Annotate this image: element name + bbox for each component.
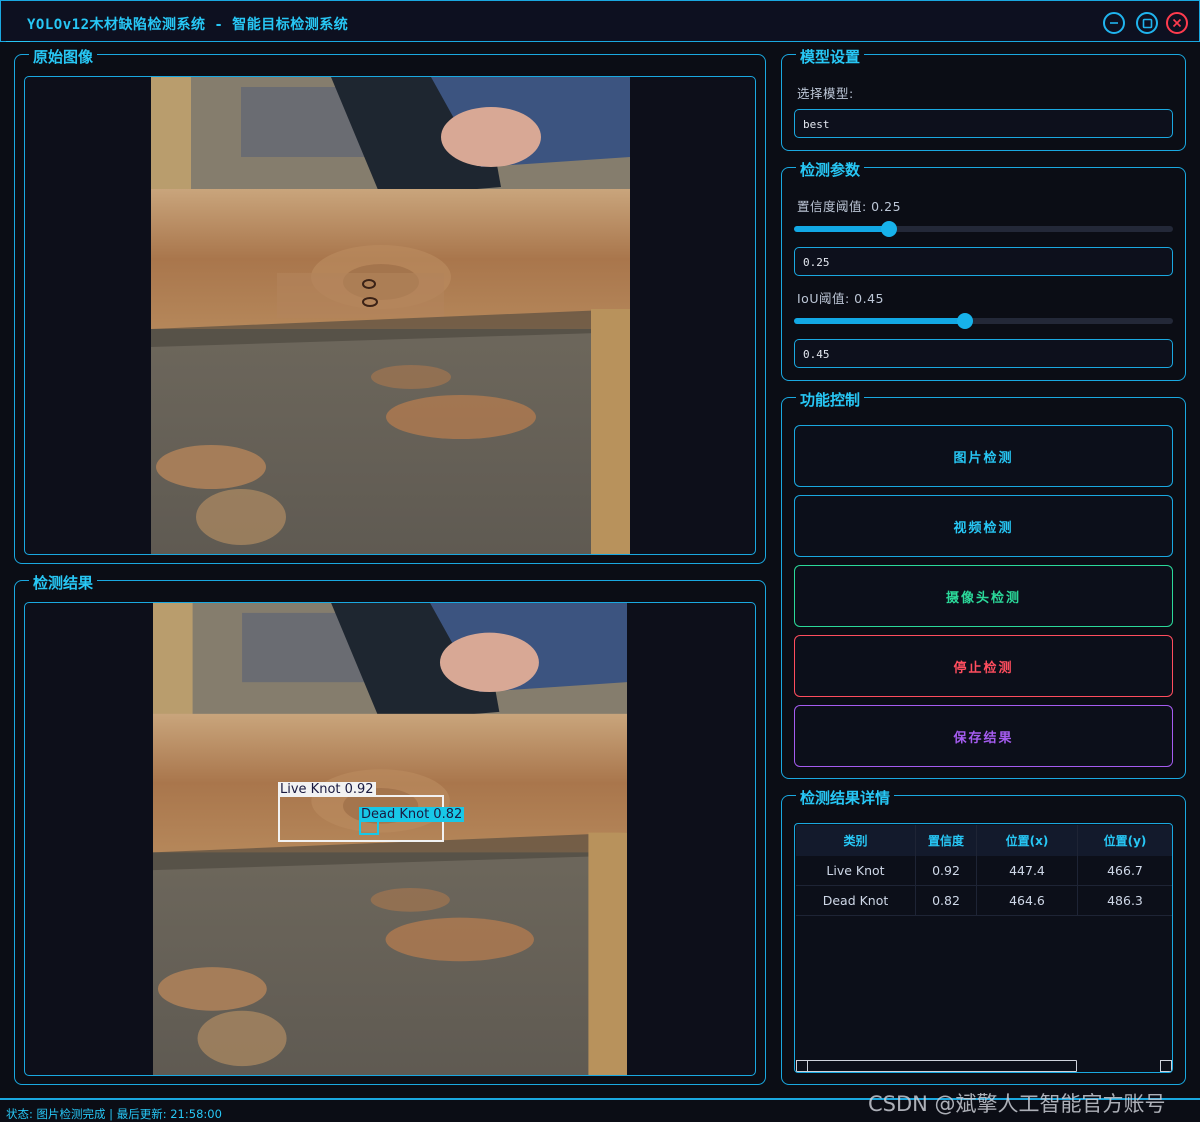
cell-confidence: 0.92 [916, 856, 977, 885]
maximize-button[interactable] [1136, 12, 1158, 34]
iou-label: IoU阈值: 0.45 [797, 291, 885, 306]
iou-input[interactable]: 0.45 [794, 339, 1173, 368]
model-settings-title: 模型设置 [796, 46, 865, 67]
scrollbar-left-cap[interactable] [796, 1060, 808, 1072]
table-row[interactable]: Dead Knot 0.82 464.6 486.3 [796, 886, 1172, 916]
original-image-title: 原始图像 [29, 46, 98, 67]
status-text: 状态: 图片检测完成 | 最后更新: 21:58:00 [6, 1107, 222, 1121]
cell-y: 486.3 [1107, 893, 1143, 908]
results-table: 类别 置信度 位置(x) 位置(y) Live Knot 0.92 447.4 … [794, 823, 1173, 1073]
confidence-slider-handle[interactable] [880, 221, 897, 237]
confidence-slider[interactable] [794, 221, 1173, 237]
app-window: YOLOv12木材缺陷检测系统 - 智能目标检测系统 原始图像 检测结果 Liv… [0, 0, 1200, 1122]
results-detail-title: 检测结果详情 [796, 787, 895, 808]
image-detect-button[interactable]: 图片检测 [794, 425, 1173, 487]
scrollbar-track[interactable] [796, 1060, 1077, 1072]
model-select[interactable]: best [794, 109, 1173, 138]
column-header-y[interactable]: 位置(y) [1078, 825, 1172, 856]
dead-knot-label: Dead Knot 0.82 [359, 807, 465, 822]
confidence-input[interactable]: 0.25 [794, 247, 1173, 276]
result-image-title: 检测结果 [29, 572, 98, 593]
scrollbar-right-cap[interactable] [1160, 1060, 1172, 1072]
minimize-icon [1110, 22, 1118, 24]
close-icon [1172, 18, 1182, 28]
stop-detect-button[interactable]: 停止检测 [794, 635, 1173, 697]
dead-knot-box [359, 820, 379, 835]
camera-detect-button[interactable]: 摄像头检测 [794, 565, 1173, 627]
cell-x: 447.4 [977, 856, 1078, 885]
original-image-view [24, 76, 756, 555]
cell-class: Dead Knot [796, 886, 916, 915]
confidence-slider-fill [794, 226, 889, 232]
window-title: YOLOv12木材缺陷检测系统 - 智能目标检测系统 [27, 17, 349, 33]
iou-slider-fill [794, 318, 965, 324]
column-header-confidence[interactable]: 置信度 [916, 825, 977, 856]
column-header-x[interactable]: 位置(x) [977, 825, 1078, 856]
save-results-button[interactable]: 保存结果 [794, 705, 1173, 767]
csdn-watermark: CSDN @斌擎人工智能官方账号 [868, 1092, 1166, 1116]
title-accent-line [6, 41, 30, 42]
minimize-button[interactable] [1103, 12, 1125, 34]
cell-confidence: 0.82 [916, 886, 977, 915]
cell-x: 464.6 [977, 886, 1078, 915]
result-image-view: Live Knot 0.92 Dead Knot 0.82 [24, 602, 756, 1076]
confidence-label: 置信度阈值: 0.25 [797, 199, 902, 214]
table-header: 类别 置信度 位置(x) 位置(y) [796, 825, 1172, 856]
title-bar: YOLOv12木材缺陷检测系统 - 智能目标检测系统 [0, 0, 1200, 42]
close-button[interactable] [1166, 12, 1188, 34]
video-detect-button[interactable]: 视频检测 [794, 495, 1173, 557]
live-knot-label: Live Knot 0.92 [278, 782, 376, 797]
cell-class: Live Knot [796, 856, 916, 885]
maximize-icon [1142, 18, 1152, 28]
original-wood-photo [151, 77, 630, 554]
detection-params-title: 检测参数 [796, 159, 865, 180]
iou-slider-handle[interactable] [956, 313, 973, 329]
function-controls-title: 功能控制 [796, 389, 865, 410]
cell-y: 466.7 [1107, 863, 1143, 878]
column-header-class[interactable]: 类别 [796, 825, 916, 856]
iou-slider[interactable] [794, 313, 1173, 329]
select-model-label: 选择模型: [797, 86, 854, 101]
table-row[interactable]: Live Knot 0.92 447.4 466.7 [796, 856, 1172, 886]
horizontal-scrollbar[interactable] [796, 1060, 1172, 1072]
